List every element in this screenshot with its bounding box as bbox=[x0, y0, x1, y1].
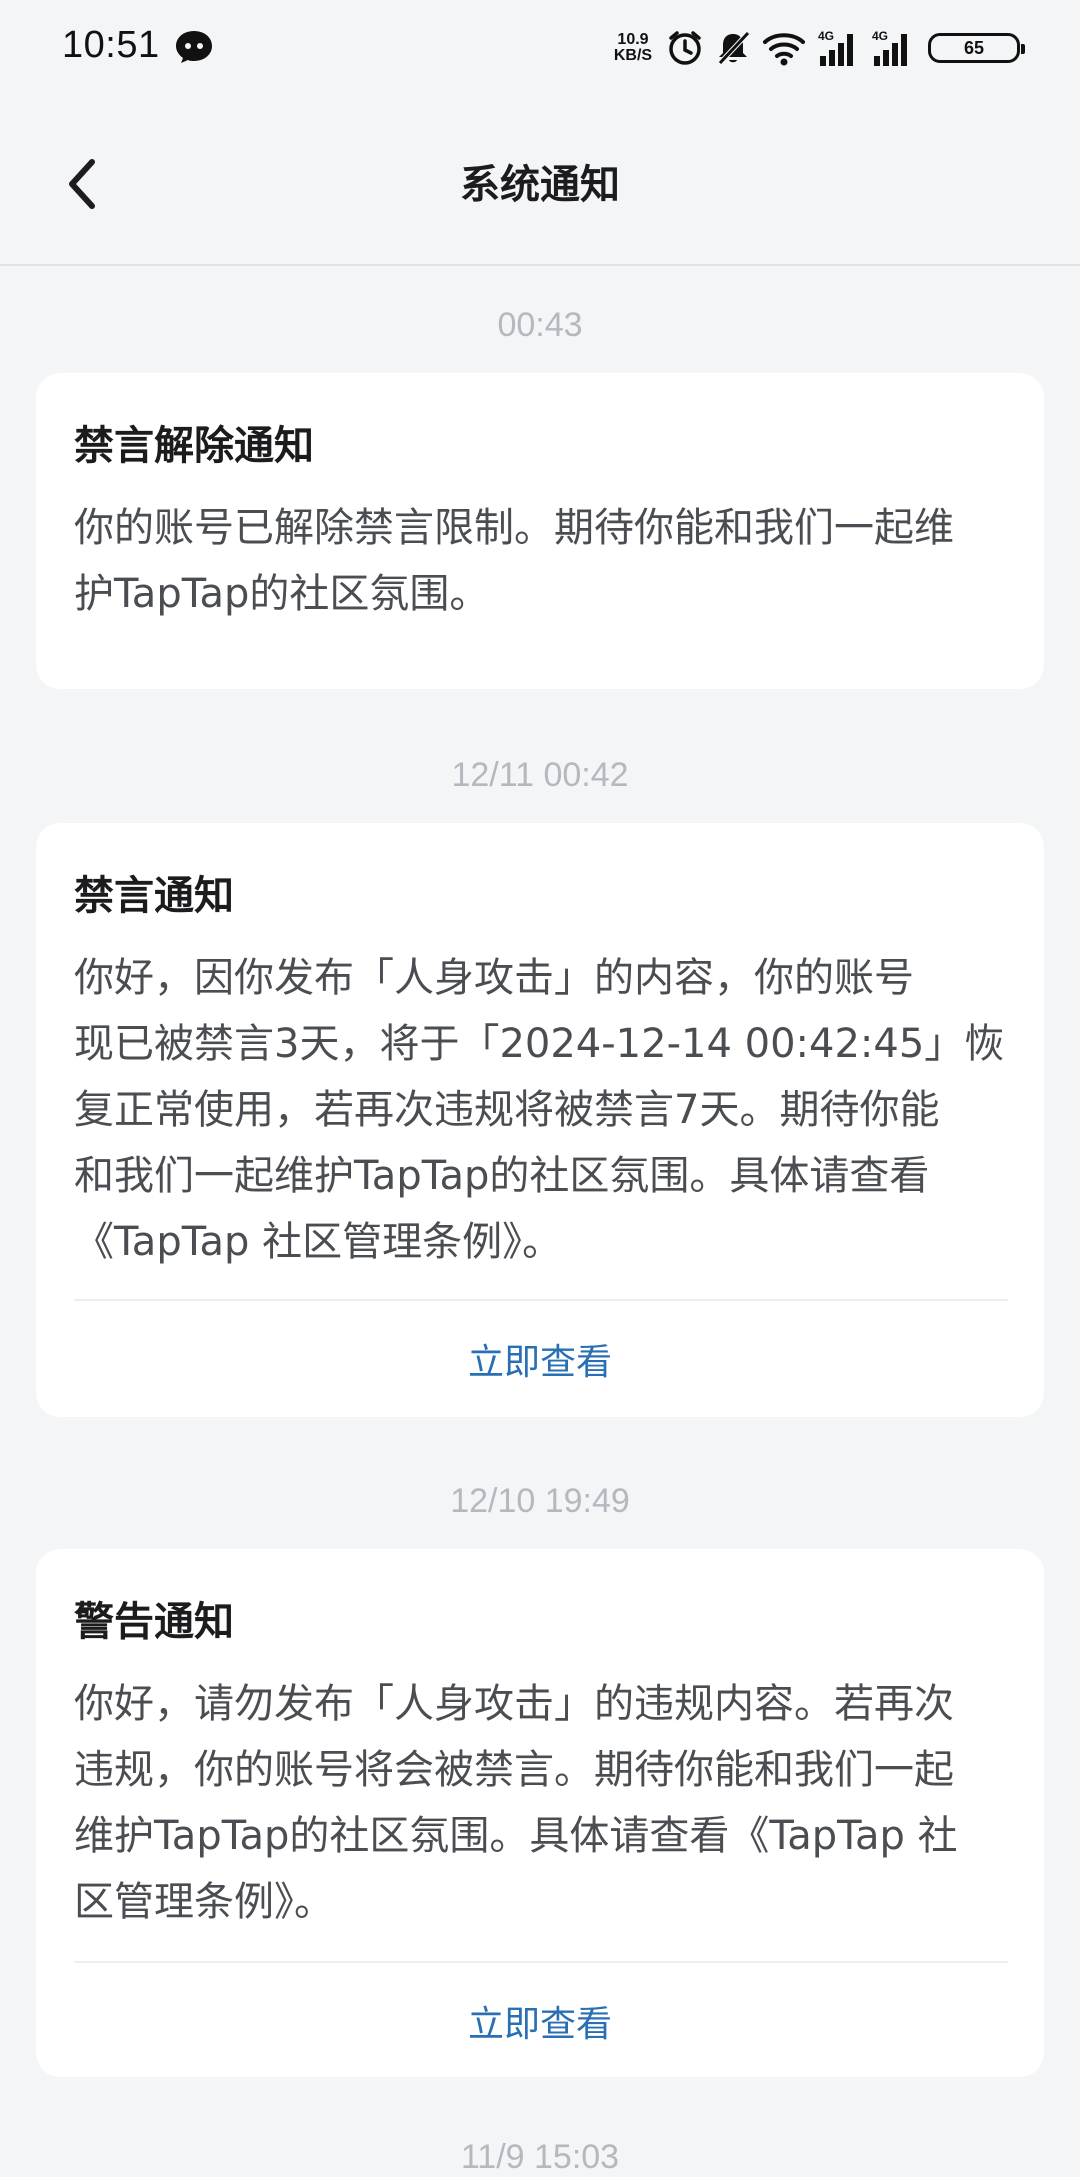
page-title: 系统通知 bbox=[460, 162, 620, 208]
notification-timestamp: 12/11 00:42 bbox=[451, 756, 629, 794]
alarm-icon bbox=[669, 31, 701, 65]
signal-1-label: 4G bbox=[818, 29, 834, 43]
cellular-signal-icon: 4G bbox=[872, 29, 907, 66]
cellular-signal-icon: 4G bbox=[818, 29, 853, 66]
notification-title: 警告通知 bbox=[74, 1599, 234, 1645]
notification-body: 你好，请勿发布「人身攻击」的违规内容。若再次 违规，你的账号将会被禁言。期待你能… bbox=[74, 1681, 958, 1925]
card-divider bbox=[74, 1299, 1008, 1301]
status-bar: 10:51 10.9 KB/S 4G 4G 65 bbox=[0, 0, 1080, 96]
notification-timestamp: 12/10 19:49 bbox=[450, 1482, 630, 1520]
notification-card: 禁言通知 你好，因你发布「人身攻击」的内容，你的账号 现已被禁言3天，将于「20… bbox=[36, 823, 1044, 1417]
notification-timestamp: 00:43 bbox=[497, 306, 583, 344]
notification-timestamp: 11/9 15:03 bbox=[460, 2138, 620, 2176]
network-speed-unit: KB/S bbox=[613, 47, 653, 64]
view-now-button[interactable]: 立即查看 bbox=[36, 1995, 1044, 2047]
view-now-button[interactable]: 立即查看 bbox=[36, 1333, 1044, 1385]
notification-body: 你的账号已解除禁言限制。期待你能和我们一起维 护TapTap的社区氛围。 bbox=[74, 505, 954, 617]
notification-card: 禁言解除通知 你的账号已解除禁言限制。期待你能和我们一起维 护TapTap的社区… bbox=[36, 373, 1044, 689]
notification-title: 禁言通知 bbox=[74, 873, 234, 919]
status-time: 10:51 bbox=[62, 24, 160, 66]
battery-icon: 65 bbox=[928, 33, 1025, 63]
card-divider bbox=[74, 1961, 1008, 1963]
bell-muted-icon bbox=[718, 31, 750, 65]
chat-bubble-icon bbox=[176, 31, 212, 63]
network-speed: 10.9 KB/S bbox=[610, 32, 656, 64]
signal-2-label: 4G bbox=[872, 29, 888, 43]
status-icons: 10.9 KB/S 4G 4G 65 bbox=[610, 24, 1025, 72]
wifi-icon bbox=[763, 33, 805, 66]
app-header: 系统通知 bbox=[0, 96, 1080, 266]
notification-body: 你好，因你发布「人身攻击」的内容，你的账号 现已被禁言3天，将于「2024-12… bbox=[74, 955, 1005, 1265]
notification-card: 警告通知 你好，请勿发布「人身攻击」的违规内容。若再次 违规，你的账号将会被禁言… bbox=[36, 1549, 1044, 2077]
network-speed-value: 10.9 bbox=[617, 31, 649, 48]
notification-title: 禁言解除通知 bbox=[74, 423, 314, 469]
battery-level: 65 bbox=[963, 37, 985, 58]
